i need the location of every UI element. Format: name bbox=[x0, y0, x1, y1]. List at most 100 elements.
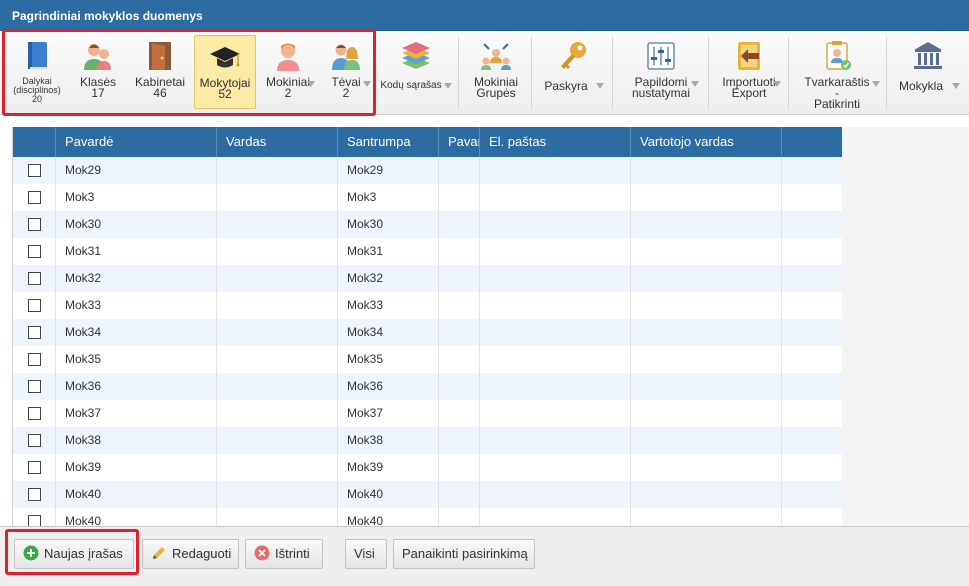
toolbar-dalykai-count: 20 bbox=[31, 94, 42, 104]
tevai-dropdown-arrow-icon[interactable] bbox=[363, 81, 371, 87]
mokykla-dropdown-arrow-icon[interactable] bbox=[952, 83, 960, 89]
header-el-pastas[interactable]: El. paštas bbox=[480, 127, 631, 157]
header-extra[interactable] bbox=[782, 127, 842, 157]
table-row[interactable]: Mok40 Mok40 bbox=[13, 481, 842, 508]
row-checkbox[interactable] bbox=[28, 515, 41, 526]
cell-vartotojo-vardas bbox=[631, 292, 782, 319]
table-row[interactable]: Mok39 Mok39 bbox=[13, 454, 842, 481]
header-santrumpa[interactable]: Santrumpa bbox=[338, 127, 439, 157]
header-pavarde-2[interactable]: Pavardė bbox=[439, 127, 480, 157]
grid-header: Pavardė Vardas Santrumpa Pavardė El. paš… bbox=[13, 127, 842, 157]
cell-vardas bbox=[217, 265, 338, 292]
table-row[interactable]: Mok29 Mok29 bbox=[13, 157, 842, 184]
row-checkbox[interactable] bbox=[28, 434, 41, 447]
edit-button[interactable]: Redaguoti bbox=[142, 539, 239, 569]
cell-extra bbox=[782, 400, 842, 427]
row-checkbox[interactable] bbox=[28, 407, 41, 420]
new-record-button[interactable]: Naujas įrašas bbox=[14, 539, 134, 569]
cell-pavarde: Mok29 bbox=[56, 157, 217, 184]
cell-vartotojo-vardas bbox=[631, 211, 782, 238]
table-row[interactable]: Mok36 Mok36 bbox=[13, 373, 842, 400]
toolbar-tevai-count: 2 bbox=[342, 86, 350, 100]
mokiniai-dropdown-arrow-icon[interactable] bbox=[307, 81, 315, 87]
cell-extra bbox=[782, 265, 842, 292]
cell-vardas bbox=[217, 292, 338, 319]
cell-extra bbox=[782, 373, 842, 400]
row-checkbox[interactable] bbox=[28, 299, 41, 312]
cell-select bbox=[13, 265, 56, 292]
table-row[interactable]: Mok3 Mok3 bbox=[13, 184, 842, 211]
cell-vardas bbox=[217, 400, 338, 427]
table-row[interactable]: Mok31 Mok31 bbox=[13, 238, 842, 265]
table-row[interactable]: Mok35 Mok35 bbox=[13, 346, 842, 373]
timetable-check-icon bbox=[826, 41, 851, 70]
delete-button[interactable]: Ištrinti bbox=[245, 539, 323, 569]
cell-extra bbox=[782, 481, 842, 508]
table-row[interactable]: Mok34 Mok34 bbox=[13, 319, 842, 346]
toolbar-kabinetai-button[interactable]: Kabinetai 46 bbox=[130, 35, 190, 109]
toolbar-klases-button[interactable]: Klasės 17 bbox=[70, 35, 126, 109]
cell-el-pastas bbox=[480, 238, 631, 265]
import-dropdown-arrow-icon[interactable] bbox=[773, 81, 781, 87]
row-checkbox[interactable] bbox=[28, 245, 41, 258]
row-checkbox[interactable] bbox=[28, 326, 41, 339]
toolbar-import-label2: Export bbox=[731, 86, 767, 100]
row-checkbox[interactable] bbox=[28, 218, 41, 231]
cell-pavarde-2 bbox=[439, 157, 480, 184]
toolbar-paskyra-button[interactable]: Paskyra bbox=[538, 35, 608, 109]
cell-pavarde: Mok35 bbox=[56, 346, 217, 373]
toolbar-tvarkarastis-button[interactable]: Tvarkaraštis - Patikrinti bbox=[794, 35, 880, 110]
toolbar-mokytojai-button[interactable]: Mokytojai 52 bbox=[194, 35, 256, 109]
cell-el-pastas bbox=[480, 508, 631, 526]
cell-pavarde-2 bbox=[439, 238, 480, 265]
sliders-settings-icon bbox=[647, 42, 675, 70]
cell-pavarde-2 bbox=[439, 292, 480, 319]
row-checkbox[interactable] bbox=[28, 380, 41, 393]
table-row[interactable]: Mok30 Mok30 bbox=[13, 211, 842, 238]
table-row[interactable]: Mok32 Mok32 bbox=[13, 265, 842, 292]
tvarkarastis-dropdown-arrow-icon[interactable] bbox=[872, 81, 880, 87]
toolbar-dalykai-button[interactable]: Dalykai (disciplinos) 20 bbox=[8, 35, 66, 109]
toolbar-mokytojai-count: 52 bbox=[218, 87, 232, 101]
header-select-column[interactable] bbox=[13, 127, 56, 157]
cell-extra bbox=[782, 211, 842, 238]
row-checkbox[interactable] bbox=[28, 191, 41, 204]
cell-pavarde: Mok32 bbox=[56, 265, 217, 292]
toolbar-mokykla-button[interactable]: Mokykla bbox=[892, 35, 964, 109]
class-group-icon bbox=[84, 44, 111, 70]
cell-extra bbox=[782, 157, 842, 184]
toolbar-papildomi-button[interactable]: Papildomi nustatymai bbox=[618, 35, 704, 109]
table-row[interactable]: Mok33 Mok33 bbox=[13, 292, 842, 319]
toolbar-grupes-button[interactable]: Mokiniai Grupės bbox=[464, 35, 528, 109]
paskyra-dropdown-arrow-icon[interactable] bbox=[596, 83, 604, 89]
row-checkbox[interactable] bbox=[28, 272, 41, 285]
delete-circle-icon bbox=[254, 545, 270, 561]
papildomi-dropdown-arrow-icon[interactable] bbox=[691, 81, 699, 87]
row-checkbox[interactable] bbox=[28, 164, 41, 177]
cell-extra bbox=[782, 508, 842, 526]
cell-el-pastas bbox=[480, 319, 631, 346]
cell-vartotojo-vardas bbox=[631, 508, 782, 526]
table-row[interactable]: Mok38 Mok38 bbox=[13, 427, 842, 454]
clear-selection-button[interactable]: Panaikinti pasirinkimą bbox=[393, 539, 535, 569]
cell-santrumpa: Mok32 bbox=[338, 265, 439, 292]
table-row[interactable]: Mok37 Mok37 bbox=[13, 400, 842, 427]
row-checkbox[interactable] bbox=[28, 488, 41, 501]
toolbar-mokiniai-button[interactable]: Mokiniai 2 bbox=[260, 35, 316, 109]
show-all-button[interactable]: Visi bbox=[345, 539, 387, 569]
cell-vartotojo-vardas bbox=[631, 427, 782, 454]
toolbar-kodu-sarasas-button[interactable]: Kodų sąrašas bbox=[378, 35, 454, 109]
row-checkbox[interactable] bbox=[28, 353, 41, 366]
header-vardas[interactable]: Vardas bbox=[217, 127, 338, 157]
table-row[interactable]: Mok40 Mok40 bbox=[13, 508, 842, 526]
row-checkbox[interactable] bbox=[28, 461, 41, 474]
cell-vartotojo-vardas bbox=[631, 400, 782, 427]
header-pavarde[interactable]: Pavardė bbox=[56, 127, 217, 157]
cell-pavarde-2 bbox=[439, 319, 480, 346]
header-vartotojo-vardas[interactable]: Vartotojo vardas bbox=[631, 127, 782, 157]
cell-select bbox=[13, 238, 56, 265]
kodu-dropdown-arrow-icon[interactable] bbox=[444, 83, 452, 89]
cell-select bbox=[13, 292, 56, 319]
toolbar-tevai-button[interactable]: Tėvai 2 bbox=[320, 35, 372, 109]
toolbar-import-export-button[interactable]: Importuoti Export bbox=[714, 35, 784, 109]
